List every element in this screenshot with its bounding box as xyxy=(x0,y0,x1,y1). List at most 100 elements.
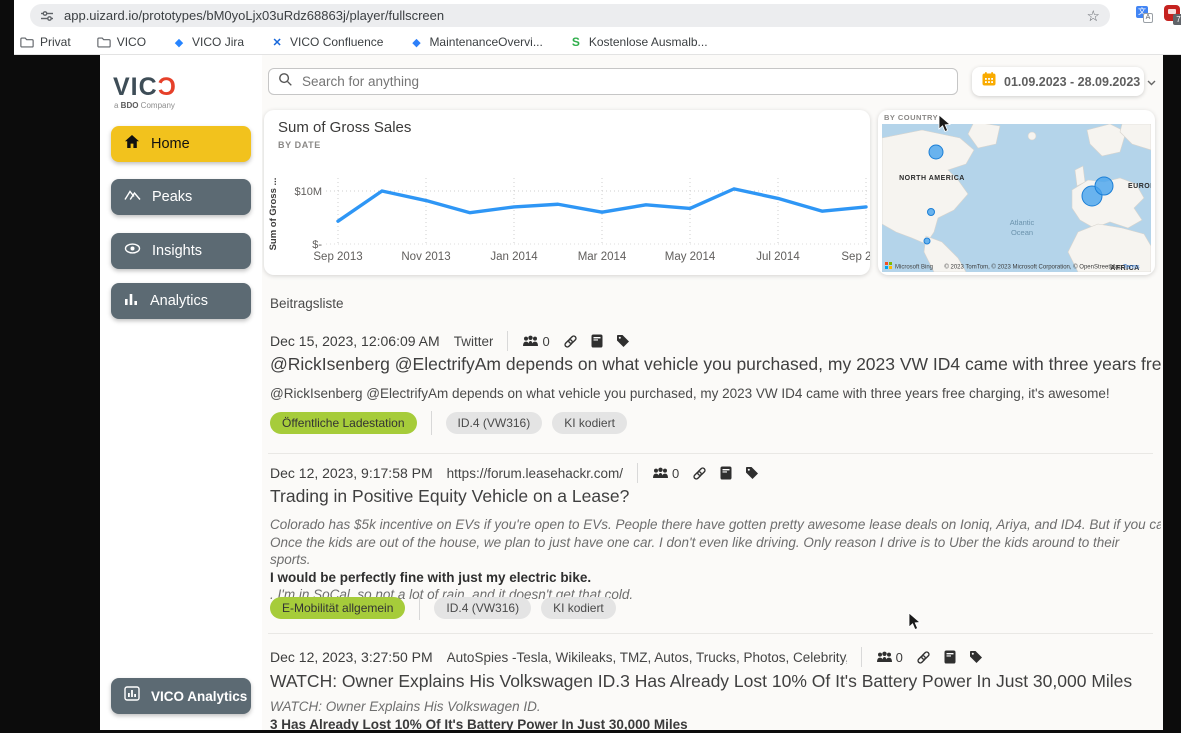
bookmark-vico[interactable]: VICO xyxy=(97,35,146,49)
sidebar-item-home[interactable]: Home xyxy=(111,126,251,162)
chart-axis-labels: Sep 2013Nov 2013Jan 2014Mar 2014May 2014… xyxy=(294,186,870,263)
book-icon[interactable] xyxy=(720,466,732,480)
tag-icon[interactable] xyxy=(969,650,983,664)
post-divider xyxy=(268,453,1153,454)
post-title[interactable]: @RickIsenberg @ElectrifyAm depends on wh… xyxy=(270,354,1161,375)
svg-text:$-: $- xyxy=(312,239,322,251)
book-icon[interactable] xyxy=(591,334,603,348)
post-body-line: Colorado has $5k incentive on EVs if you… xyxy=(270,516,1161,534)
eye-icon xyxy=(124,242,141,260)
map-ocean-label-2: Ocean xyxy=(1011,228,1033,237)
bookmark-kostenlose[interactable]: S Kostenlose Ausmalb... xyxy=(569,35,708,49)
chart-ylabel: Sum of Gross ... xyxy=(268,178,279,251)
gross-sales-chart-svg: Sep 2013Nov 2013Jan 2014Mar 2014May 2014… xyxy=(264,152,870,275)
vico-analytics-button[interactable]: VICO Analytics xyxy=(111,678,251,714)
book-icon[interactable] xyxy=(944,650,956,664)
post-source[interactable]: Twitter xyxy=(454,334,494,349)
audience-count[interactable]: 0 xyxy=(652,466,679,481)
map-ocean-label-1: Atlantic xyxy=(1010,218,1035,227)
post-source[interactable]: https://forum.leasehackr.com/ xyxy=(447,466,623,481)
tag-gray[interactable]: ID.4 (VW316) xyxy=(446,412,543,434)
browser-toolbar: app.uizard.io/prototypes/bM0yoLjx03uRdz6… xyxy=(14,0,1181,30)
app-frame: VICƆ a BDO Company Home Peaks Insights A… xyxy=(0,55,1181,733)
post-meta-row: Dec 15, 2023, 12:06:09 AM Twitter 0 xyxy=(270,331,1155,351)
post-action-icons: 0 xyxy=(876,650,983,665)
bookmark-vico-confluence[interactable]: ✕ VICO Confluence xyxy=(270,35,383,49)
tag-gray[interactable]: ID.4 (VW316) xyxy=(434,597,531,619)
bar-chart-icon xyxy=(124,292,139,311)
audience-count[interactable]: 0 xyxy=(876,650,903,665)
svg-text:Jan 2014: Jan 2014 xyxy=(490,251,538,263)
post-title[interactable]: Trading in Positive Equity Vehicle on a … xyxy=(270,486,1161,507)
green-s-icon: S xyxy=(569,35,583,49)
svg-text:Sep 2014: Sep 2014 xyxy=(841,251,870,263)
bookmark-label: Kostenlose Ausmalb... xyxy=(589,35,708,49)
bookmark-label: Privat xyxy=(40,35,71,49)
sidebar: VICƆ a BDO Company Home Peaks Insights A… xyxy=(100,55,262,730)
folder-icon xyxy=(20,35,34,49)
post-date: Dec 12, 2023, 9:17:58 PM xyxy=(270,465,433,481)
chart-line xyxy=(338,189,866,221)
search-icon xyxy=(278,72,293,92)
svg-text:Nov 2013: Nov 2013 xyxy=(401,251,450,263)
map-region-europe: EUROPE xyxy=(1128,183,1151,190)
link-icon[interactable] xyxy=(692,466,707,481)
map-by-country-label: BY COUNTRY xyxy=(884,113,938,122)
map-region-north-america: NORTH AMERICA xyxy=(899,175,965,182)
main-content: Search for anything 01.09.2023 - 28.09.2… xyxy=(262,55,1163,730)
post-body: WATCH: Owner Explains His Volkswagen ID.… xyxy=(270,698,1161,730)
date-range-picker[interactable]: 01.09.2023 - 28.09.2023 xyxy=(972,67,1144,96)
calendar-icon xyxy=(981,71,997,92)
address-bar[interactable]: app.uizard.io/prototypes/bM0yoLjx03uRdz6… xyxy=(30,4,1110,27)
post-title[interactable]: WATCH: Owner Explains His Volkswagen ID.… xyxy=(270,671,1161,692)
posts-section-title: Beitragsliste xyxy=(270,296,344,311)
sidebar-item-label: Insights xyxy=(152,243,202,259)
svg-text:Jul 2014: Jul 2014 xyxy=(756,251,800,263)
bookmark-star-icon[interactable]: ☆ xyxy=(1087,7,1100,25)
link-icon[interactable] xyxy=(916,650,931,665)
divider xyxy=(861,647,862,667)
translate-a-glyph: A xyxy=(1143,13,1153,23)
bookmark-label: MaintenanceOvervi... xyxy=(429,35,542,49)
url-text[interactable]: app.uizard.io/prototypes/bM0yoLjx03uRdz6… xyxy=(64,8,1079,23)
bookmark-maintenance[interactable]: ◆ MaintenanceOvervi... xyxy=(409,35,542,49)
bookmark-vico-jira[interactable]: ◆ VICO Jira xyxy=(172,35,244,49)
tag-green[interactable]: Öffentliche Ladestation xyxy=(270,412,417,434)
link-icon[interactable] xyxy=(563,334,578,349)
gross-sales-chart-card: Sum of Gross Sales BY DATE Sep 2013Nov 2… xyxy=(264,110,870,275)
site-settings-icon[interactable] xyxy=(40,9,54,23)
post-source[interactable]: AutoSpies -Tesla, Wikileaks, TMZ, Autos,… xyxy=(447,650,847,665)
post-meta-row: Dec 12, 2023, 9:17:58 PM https://forum.l… xyxy=(270,463,1155,483)
post-body-line: WATCH: Owner Explains His Volkswagen ID. xyxy=(270,698,1161,716)
divider xyxy=(637,463,638,483)
tag-gray[interactable]: KI kodiert xyxy=(541,597,616,619)
sidebar-item-peaks[interactable]: Peaks xyxy=(111,179,251,215)
country-map-svg[interactable]: NORTH AMERICA EUROPE Atlantic Ocean AFRI… xyxy=(882,124,1151,272)
sidebar-footer-label: VICO Analytics xyxy=(151,689,247,704)
chevron-down-icon xyxy=(1147,73,1156,91)
svg-text:Mar 2014: Mar 2014 xyxy=(578,251,627,263)
vico-logo: VICƆ xyxy=(113,73,177,102)
window-corner xyxy=(0,0,14,55)
audience-count[interactable]: 0 xyxy=(522,334,549,349)
map-attribution: © 2023 TomTom, © 2023 Microsoft Corporat… xyxy=(944,264,1139,271)
bookmarks-bar: Privat VICO ◆ VICO Jira ✕ VICO Confluenc… xyxy=(14,30,1181,55)
date-range-text: 01.09.2023 - 28.09.2023 xyxy=(1004,75,1140,89)
tag-icon[interactable] xyxy=(616,334,630,348)
post-body-line: I would be perfectly fine with just my e… xyxy=(270,569,1161,587)
divider xyxy=(507,331,508,351)
tag-green[interactable]: E-Mobilität allgemein xyxy=(270,597,405,619)
tag-gray[interactable]: KI kodiert xyxy=(552,412,627,434)
bookmark-label: VICO Confluence xyxy=(290,35,383,49)
svg-text:Sep 2013: Sep 2013 xyxy=(313,251,362,263)
post-body-line: Once the kids are out of the house, we p… xyxy=(270,534,1161,569)
map-terms-link[interactable]: Terms xyxy=(1123,265,1139,271)
tag-icon[interactable] xyxy=(745,466,759,480)
bookmark-privat[interactable]: Privat xyxy=(20,35,71,49)
sidebar-item-insights[interactable]: Insights xyxy=(111,233,251,269)
divider xyxy=(419,596,420,620)
translate-extension-icon[interactable]: 文 A xyxy=(1136,6,1153,23)
search-input[interactable]: Search for anything xyxy=(268,68,958,95)
sidebar-item-analytics[interactable]: Analytics xyxy=(111,283,251,319)
sidebar-item-label: Analytics xyxy=(150,293,208,309)
